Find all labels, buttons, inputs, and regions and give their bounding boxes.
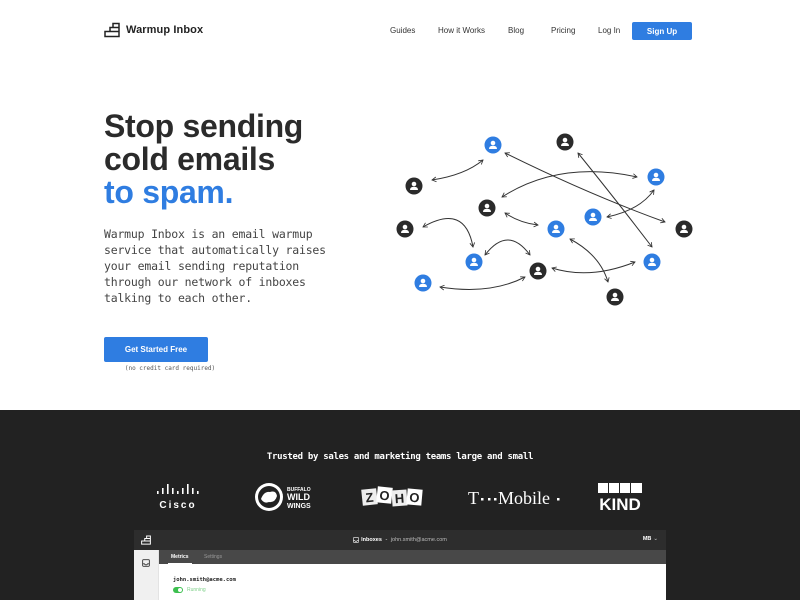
network-connection [422,218,476,248]
hero-title-line-2: cold emails [104,141,275,177]
nav-link-blog[interactable]: Blog [508,26,524,35]
tab-settings[interactable]: Settings [204,550,222,564]
user-icon [484,136,502,154]
zoho-logo-icon: Z O H O [361,486,423,507]
user-icon [529,262,547,280]
top-nav: Warmup Inbox Guides How it Works Blog Pr… [0,0,800,62]
tab-metrics[interactable]: Metrics [168,550,192,564]
app-header-separator: - [383,537,389,543]
logo-cisco: Cisco [155,480,207,514]
user-icon [547,220,565,238]
logo-buffalo-wild-wings: BUFFALO WILD WINGS [254,480,316,514]
user-icon [405,177,423,195]
kind-logo-icon: KIND [598,483,642,511]
svg-text:WILD: WILD [287,492,310,502]
user-menu[interactable]: MB ⌄ [643,536,658,542]
user-icon [606,288,624,306]
chevron-down-icon: ⌄ [653,536,658,542]
svg-text:O: O [409,490,420,506]
nav-link-pricing[interactable]: Pricing [551,26,575,35]
app-sidebar [134,550,159,600]
logo-t-mobile: T Mobile [468,480,564,514]
cisco-logo-icon: Cisco [157,484,199,511]
nav-link-how-it-works[interactable]: How it Works [438,26,485,35]
stairs-logo-icon [104,22,120,38]
app-main: john.smith@acme.com Running [159,564,666,600]
network-connection [439,276,526,291]
cisco-wordmark: Cisco [159,500,196,511]
network-connection [569,238,610,283]
kind-wordmark: KIND [599,495,641,511]
user-icon [584,208,602,226]
inbox-network-illustration [396,133,693,306]
trusted-heading: Trusted by sales and marketing teams lar… [266,452,534,462]
user-icon [465,253,483,271]
user-icon [396,220,414,238]
user-icon [478,199,496,217]
signup-button[interactable]: Sign Up [632,22,692,40]
network-connection [431,159,484,183]
app-header-title: Inboxes - john.smith@acme.com [134,530,666,550]
svg-text:Z: Z [365,490,375,506]
nav-link-login[interactable]: Log In [598,26,620,35]
app-header: Inboxes - john.smith@acme.com MB ⌄ [134,530,666,550]
user-icon [643,253,661,271]
logo-kind: KIND [598,480,642,514]
svg-text:H: H [394,491,404,507]
app-header-email: john.smith@acme.com [390,537,447,543]
app-tabs: Metrics Settings [159,550,666,564]
status-label: Running [187,587,206,593]
inbox-email: john.smith@acme.com [173,577,236,583]
inbox-icon [353,537,359,543]
app-preview: Inboxes - john.smith@acme.com MB ⌄ Metri… [134,530,666,600]
get-started-button[interactable]: Get Started Free [104,337,208,362]
network-connection [551,260,636,274]
svg-text:WINGS: WINGS [287,503,311,510]
svg-text:Mobile: Mobile [498,488,550,508]
user-initials: MB [642,536,652,542]
network-connection [504,212,539,228]
sidebar-inbox-icon[interactable] [142,559,150,567]
hero-description: Warmup Inbox is an email warmup service … [104,227,326,305]
logo-zoho: Z O H O [360,480,426,514]
brand-name: Warmup Inbox [126,24,204,36]
cta-note: (no credit card required) [124,365,216,372]
network-connection [501,171,638,198]
t-mobile-logo-icon: T Mobile [468,488,560,508]
svg-text:T: T [468,488,479,508]
nav-link-guides[interactable]: Guides [390,26,415,35]
user-icon [675,220,693,238]
buffalo-wild-wings-logo-icon: BUFFALO WILD WINGS [255,483,311,511]
network-connection [577,152,653,248]
hero-title-accent: to spam. [104,174,234,210]
brand[interactable]: Warmup Inbox [104,22,203,38]
user-icon [556,133,574,151]
hero-title-line-1: Stop sending [104,108,304,144]
network-connection [606,189,655,219]
app-header-section: Inboxes [361,537,382,543]
user-icon [414,274,432,292]
status-toggle[interactable] [173,587,183,593]
hero-title: Stop sending cold emails to spam. [104,110,303,209]
inbox-status: Running [173,587,206,593]
network-connection [484,239,531,256]
network-connection [504,152,666,224]
svg-text:O: O [379,488,391,504]
user-icon [647,168,665,186]
